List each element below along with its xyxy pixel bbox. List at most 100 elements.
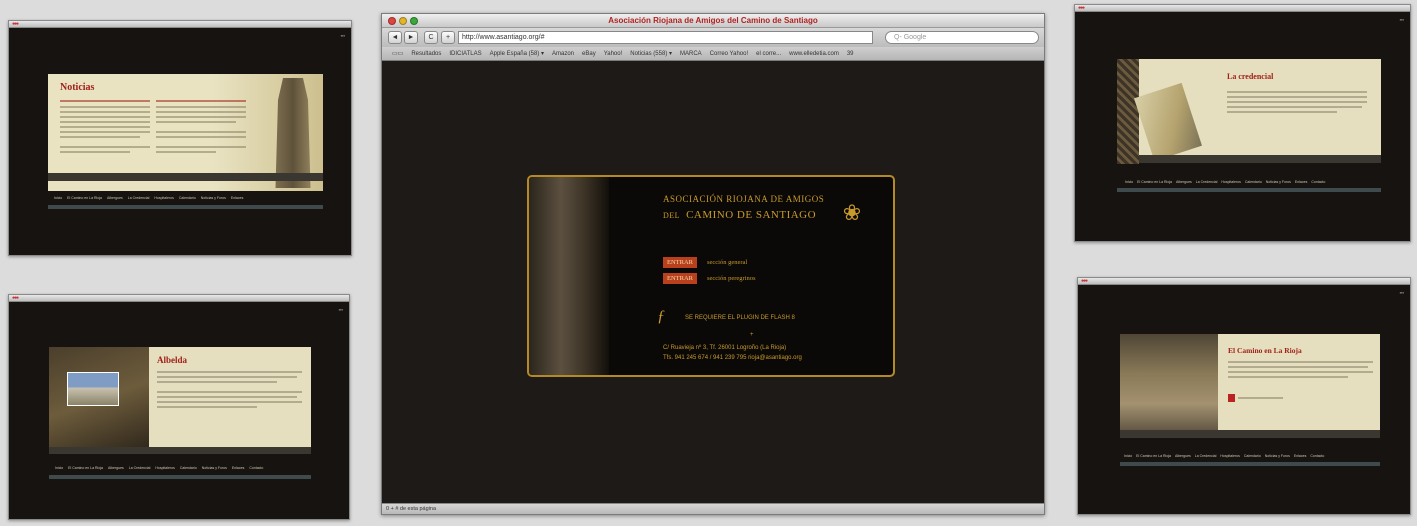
window-titlebar[interactable]: ●●●: [1075, 5, 1410, 12]
crest-icon: ❀: [842, 200, 862, 225]
nav-item[interactable]: Hospitaleros: [155, 466, 174, 470]
reload-button[interactable]: C: [424, 31, 438, 44]
bookmark-item[interactable]: Correo Yahoo!: [710, 51, 748, 57]
nav-item[interactable]: El Camino en La Rioja: [1137, 180, 1172, 184]
albelda-photo: [67, 372, 119, 406]
nav-item[interactable]: Calendario: [179, 196, 196, 200]
pdf-icon[interactable]: [1228, 394, 1235, 402]
nav-item[interactable]: La Credencial: [1196, 180, 1218, 184]
nav-item[interactable]: Albergues: [1176, 180, 1192, 184]
sub-navigation: [1120, 430, 1380, 438]
nav-item[interactable]: Contacto: [249, 466, 263, 470]
address-line1: C/ Ruavieja nº 3, Tf. 26001 Logroño (La …: [663, 345, 787, 351]
nav-item[interactable]: La Credencial: [1195, 454, 1217, 458]
flash-requirement[interactable]: SE REQUIERE EL PLUGIN DE FLASH 8: [685, 315, 795, 321]
window-controls-icon[interactable]: ●●●: [1081, 279, 1088, 284]
content-panel: La credencial: [1134, 59, 1381, 162]
window-titlebar[interactable]: ●●●: [9, 295, 349, 302]
nav-item[interactable]: Contacto: [1310, 454, 1324, 458]
window-corner-label: ▪▪▪: [338, 307, 343, 312]
nav-item[interactable]: Inicio: [1124, 454, 1132, 458]
nav-item[interactable]: Albergues: [108, 466, 124, 470]
nav-item[interactable]: Noticias y Foros: [1266, 180, 1291, 184]
nav-item[interactable]: La Credencial: [128, 196, 150, 200]
nav-item[interactable]: El Camino en La Rioja: [68, 466, 103, 470]
nav-item[interactable]: Hospitaleros: [1221, 180, 1240, 184]
address-bar[interactable]: http://www.asantiago.org/#: [458, 31, 873, 44]
add-bookmark-button[interactable]: +: [441, 31, 455, 44]
bookmark-item[interactable]: Amazon: [552, 51, 574, 57]
nav-item[interactable]: Inicio: [55, 466, 63, 470]
nav-item[interactable]: El Camino en La Rioja: [1136, 454, 1171, 458]
bookmark-item[interactable]: IDICIATLAS: [449, 51, 481, 57]
footer-strip: [1120, 462, 1380, 466]
enter-general-button[interactable]: ENTRAR: [663, 257, 697, 268]
bookmark-item[interactable]: www.elledetia.com: [789, 51, 839, 57]
nav-item[interactable]: Enlaces: [231, 196, 243, 200]
ornament-strip: [1117, 59, 1139, 164]
nav-item[interactable]: Contacto: [1311, 180, 1325, 184]
nav-item[interactable]: Hospitaleros: [1220, 454, 1239, 458]
window-corner-label: ▪▪▪: [1399, 17, 1404, 22]
bookmark-item[interactable]: Noticias (558) ▾: [630, 50, 672, 57]
nav-item[interactable]: Calendario: [1244, 454, 1261, 458]
nav-item[interactable]: Enlaces: [1295, 180, 1307, 184]
window-titlebar[interactable]: ●●●: [9, 21, 351, 28]
section-pilgrims-link[interactable]: sección peregrinos: [707, 273, 756, 284]
nav-item[interactable]: La Credencial: [129, 466, 151, 470]
bookmark-item[interactable]: Apple España (58) ▾: [490, 50, 544, 57]
nav-item[interactable]: Hospitaleros: [154, 196, 173, 200]
pilgrim-statue-image: [529, 177, 609, 375]
nav-item[interactable]: Enlaces: [1294, 454, 1306, 458]
bookmarks-icon[interactable]: ▭▭: [392, 50, 403, 57]
flash-icon: ƒ: [657, 308, 665, 325]
main-navigation: Inicio El Camino en La Rioja Albergues La C…: [54, 196, 243, 200]
back-button[interactable]: ◄: [388, 31, 402, 44]
window-noticias: ●●● ▪▪▪ Noticias Inicio El Camino en La R…: [8, 20, 352, 256]
org-name-line1: ASOCIACIÓN RIOJANA DE AMIGOS: [663, 194, 825, 204]
nav-item[interactable]: Enlaces: [232, 466, 244, 470]
nav-item[interactable]: Calendario: [1245, 180, 1262, 184]
nav-item[interactable]: Inicio: [54, 196, 62, 200]
nav-item[interactable]: Noticias y Foros: [1265, 454, 1290, 458]
window-titlebar[interactable]: ●●●: [1078, 278, 1410, 285]
credencial-document-image: [1134, 82, 1202, 162]
nav-item[interactable]: Noticias y Foros: [202, 466, 227, 470]
bookmark-item[interactable]: Yahoo!: [604, 51, 623, 57]
content-panel: El Camino en La Rioja: [1218, 334, 1380, 430]
sub-navigation: [49, 447, 311, 454]
search-input[interactable]: Q- Google: [885, 31, 1039, 44]
forward-button[interactable]: ►: [404, 31, 418, 44]
window-controls-icon[interactable]: ●●●: [12, 22, 19, 27]
nav-item[interactable]: El Camino en La Rioja: [67, 196, 102, 200]
org-name-main: CAMINO DE SANTIAGO: [686, 209, 817, 221]
window-controls-icon[interactable]: ●●●: [1078, 6, 1085, 11]
window-albelda: ●●● ▪▪▪ Albelda Inicio El Camino en La Ri…: [8, 294, 350, 520]
church-tower-image: [275, 78, 311, 188]
bookmark-item[interactable]: Resultados: [411, 51, 441, 57]
browser-title: Asociación Riojana de Amigos del Camino …: [608, 16, 818, 25]
nav-item[interactable]: Noticias y Foros: [201, 196, 226, 200]
footer-strip: [1117, 188, 1381, 192]
bookmark-item[interactable]: eBay: [582, 51, 596, 57]
browser-titlebar[interactable]: Asociación Riojana de Amigos del Camino …: [382, 14, 1044, 28]
bookmark-item[interactable]: 39: [847, 51, 854, 57]
org-name-line2: DEL CAMINO DE SANTIAGO: [663, 209, 816, 221]
status-bar: 0 + # de esta página: [382, 503, 1044, 514]
section-general-link[interactable]: sección general: [707, 257, 747, 268]
bookmark-item[interactable]: MARCA: [680, 51, 702, 57]
main-navigation: Inicio El Camino en La Rioja Albergues La C…: [1125, 180, 1325, 184]
content-panel: Albelda: [149, 347, 311, 447]
page-title: El Camino en La Rioja: [1228, 346, 1302, 355]
nav-item[interactable]: Inicio: [1125, 180, 1133, 184]
address-line2: Tfs. 941 245 674 / 941 239 795 rioja@asa…: [663, 355, 802, 361]
bookmark-item[interactable]: el corre...: [756, 51, 781, 57]
enter-pilgrims-button[interactable]: ENTRAR: [663, 273, 697, 284]
nav-item[interactable]: Albergues: [107, 196, 123, 200]
nav-item[interactable]: Albergues: [1175, 454, 1191, 458]
nav-item[interactable]: Calendario: [180, 466, 197, 470]
main-navigation: Inicio El Camino en La Rioja Albergues La C…: [55, 466, 263, 470]
page-title: Albelda: [157, 355, 188, 365]
footer-strip: [49, 475, 311, 479]
window-controls-icon[interactable]: ●●●: [12, 296, 19, 301]
